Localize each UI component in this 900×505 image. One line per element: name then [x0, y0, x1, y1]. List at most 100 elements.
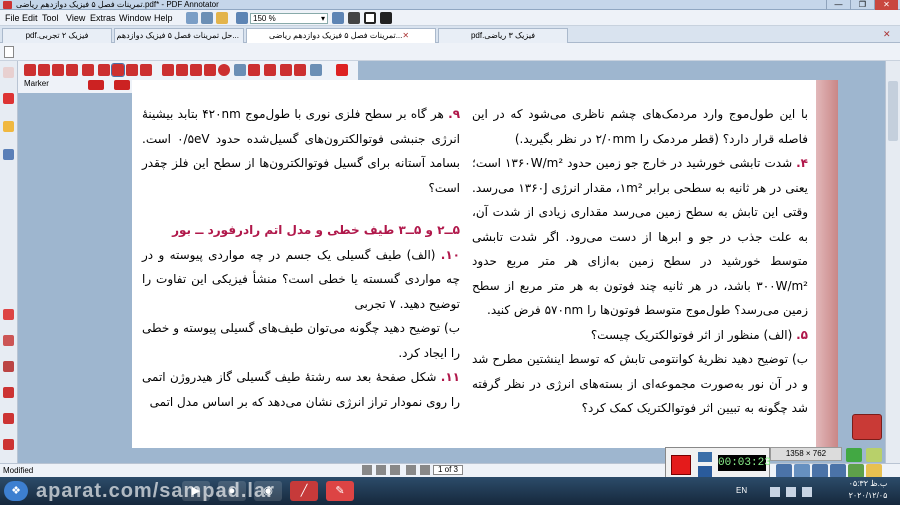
- tab-exercises[interactable]: ✕...تمرینات فصل ۵ فیزیک دوازدهم ریاضی: [246, 28, 436, 43]
- arrow-tool-icon[interactable]: [190, 64, 202, 76]
- marker-side-icon[interactable]: [3, 93, 14, 104]
- pen-icon[interactable]: [3, 335, 14, 346]
- draw-icon[interactable]: [848, 464, 864, 478]
- open-icon[interactable]: [186, 12, 198, 24]
- speaker-icon[interactable]: [812, 464, 828, 478]
- minimize-button[interactable]: —: [826, 0, 850, 10]
- clock-time: ۰۵:۳۲ ب.ظ: [848, 479, 888, 488]
- menu-window[interactable]: Window: [116, 10, 154, 26]
- tab-physics-2[interactable]: فیزیک ۲ تجربی.pdf: [2, 28, 112, 43]
- lasso-icon[interactable]: [66, 64, 78, 76]
- pen-tool-icon[interactable]: [98, 64, 110, 76]
- next-page-icon[interactable]: [420, 465, 430, 475]
- network-icon[interactable]: [770, 487, 780, 497]
- capture-area-icon[interactable]: [830, 464, 846, 478]
- webcam-icon[interactable]: [698, 452, 712, 462]
- bookmark-icon[interactable]: [3, 67, 14, 78]
- record-timer: 00:03:23: [718, 455, 771, 471]
- camera-tool-icon[interactable]: [264, 64, 276, 76]
- highlighter-icon[interactable]: [3, 361, 14, 372]
- save-icon[interactable]: [201, 12, 213, 24]
- text-tool-icon[interactable]: [162, 64, 174, 76]
- heart-icon[interactable]: [3, 309, 14, 320]
- stamp-icon[interactable]: [3, 387, 14, 398]
- fit-width-icon[interactable]: [364, 12, 376, 24]
- menu-edit[interactable]: Edit: [19, 10, 41, 26]
- folder-open-icon[interactable]: [866, 464, 882, 478]
- ruler-tool-icon[interactable]: [294, 64, 306, 76]
- close-button[interactable]: ✕: [874, 0, 898, 10]
- image-tool-icon[interactable]: [280, 64, 292, 76]
- hand-tool-button[interactable]: [852, 414, 882, 440]
- menu-extras[interactable]: Extras: [87, 10, 119, 26]
- tool-label: Marker: [24, 79, 49, 88]
- first-page-icon[interactable]: [362, 465, 372, 475]
- eraser-icon[interactable]: [3, 413, 14, 424]
- zoom-in-icon[interactable]: [332, 12, 344, 24]
- favorites-heart-icon[interactable]: [336, 64, 348, 76]
- taskbar-app-pdf[interactable]: ╱: [290, 481, 318, 501]
- language-indicator[interactable]: EN: [736, 486, 747, 495]
- full-screen-icon[interactable]: [380, 12, 392, 24]
- volume-icon[interactable]: [786, 487, 796, 497]
- recorder-green-button[interactable]: [846, 448, 862, 462]
- select-icon[interactable]: [24, 64, 36, 76]
- more-tools-icon[interactable]: [310, 64, 322, 76]
- close-tab-icon[interactable]: ✕: [883, 29, 891, 40]
- page-thumbnail-icon[interactable]: [4, 46, 14, 58]
- print-icon[interactable]: [216, 12, 228, 24]
- forward-icon[interactable]: [406, 465, 416, 475]
- tab-close-icon[interactable]: ✕: [402, 31, 409, 40]
- flag-icon[interactable]: [802, 487, 812, 497]
- question-number: ۵.: [796, 327, 808, 342]
- watermark-text: aparat.com/sampad.lar: [36, 480, 275, 502]
- prev-page-icon[interactable]: [376, 465, 386, 475]
- section-heading: ۵ــ۲ و ۵ــ۳ طیف خطی و مدل اتم رادرفورد ـ…: [172, 223, 460, 237]
- tab-label: ...حل تمرینات فصل ۵ فیزیک دوازدهم ری: [115, 31, 239, 40]
- folder-icon[interactable]: [3, 121, 14, 132]
- page-indicator[interactable]: 1 of 3: [433, 465, 463, 475]
- clock[interactable]: ۰۵:۳۲ ب.ظ ۲۰۲۰/۱۲/۰۵: [838, 478, 898, 502]
- pdf-page[interactable]: ۹. هر گاه بر سطح فلزی نوری با طول‌موج ۴۲…: [132, 80, 816, 448]
- menu-help[interactable]: Help: [151, 10, 176, 26]
- recorder-settings-button[interactable]: [866, 448, 882, 462]
- menu-bar: File Edit Tool View Extras Window Help 1…: [0, 10, 900, 26]
- stamp-tool-icon[interactable]: [140, 64, 152, 76]
- line-tool-icon[interactable]: [176, 64, 188, 76]
- marker-tool-icon[interactable]: [111, 63, 125, 77]
- text-select-icon[interactable]: [38, 64, 50, 76]
- question-11: ۱۱. شکل صفحهٔ بعد سه رشتهٔ طیف گسیلی گاز…: [142, 365, 460, 414]
- scroll-thumb[interactable]: [888, 81, 898, 141]
- tab-label: ...تمرینات فصل ۵ فیزیک دوازدهم ریاضی: [268, 31, 403, 40]
- tab-physics-3[interactable]: فیزیک ۳ ریاضی.pdf: [438, 28, 568, 43]
- vertical-scrollbar[interactable]: [885, 61, 900, 463]
- link-tool-icon[interactable]: [234, 64, 246, 76]
- arrow-icon[interactable]: [3, 439, 14, 450]
- attach-icon[interactable]: [3, 149, 14, 160]
- left-sidebar: [0, 61, 18, 463]
- stop-record-button[interactable]: [671, 455, 691, 475]
- tab-solutions[interactable]: ...حل تمرینات فصل ۵ فیزیک دوازدهم ری: [114, 28, 244, 43]
- zoom-out-icon[interactable]: [236, 12, 248, 24]
- eraser-tool-icon[interactable]: [126, 64, 138, 76]
- window-title: تمرینات فصل ۵ فیزیک دوازدهم ریاضی.pdf* -…: [16, 0, 219, 9]
- back-icon[interactable]: [390, 465, 400, 475]
- app-icon: [3, 1, 12, 9]
- question-5: ۵. (الف) منظور از اثر فوتوالکتریک چیست؟: [472, 323, 808, 348]
- rectangle-tool-icon[interactable]: [204, 64, 216, 76]
- audio-icon[interactable]: [776, 464, 792, 478]
- maximize-button[interactable]: ❐: [850, 0, 874, 10]
- note-tool-icon[interactable]: [248, 64, 260, 76]
- hand-icon[interactable]: [52, 64, 64, 76]
- start-button[interactable]: ❖: [4, 481, 28, 501]
- taskbar-app-annotator[interactable]: ✎: [326, 481, 354, 501]
- color-picker-icon[interactable]: [88, 80, 104, 90]
- menu-tool[interactable]: Tool: [39, 10, 62, 26]
- menu-view[interactable]: View: [63, 10, 88, 26]
- zoom-tool-icon[interactable]: [82, 64, 94, 76]
- ellipse-tool-icon[interactable]: [218, 64, 230, 76]
- zoom-select[interactable]: 150 % ▾: [250, 13, 328, 24]
- fit-page-icon[interactable]: [348, 12, 360, 24]
- line-width-icon[interactable]: [114, 80, 130, 90]
- mic-icon[interactable]: [794, 464, 810, 478]
